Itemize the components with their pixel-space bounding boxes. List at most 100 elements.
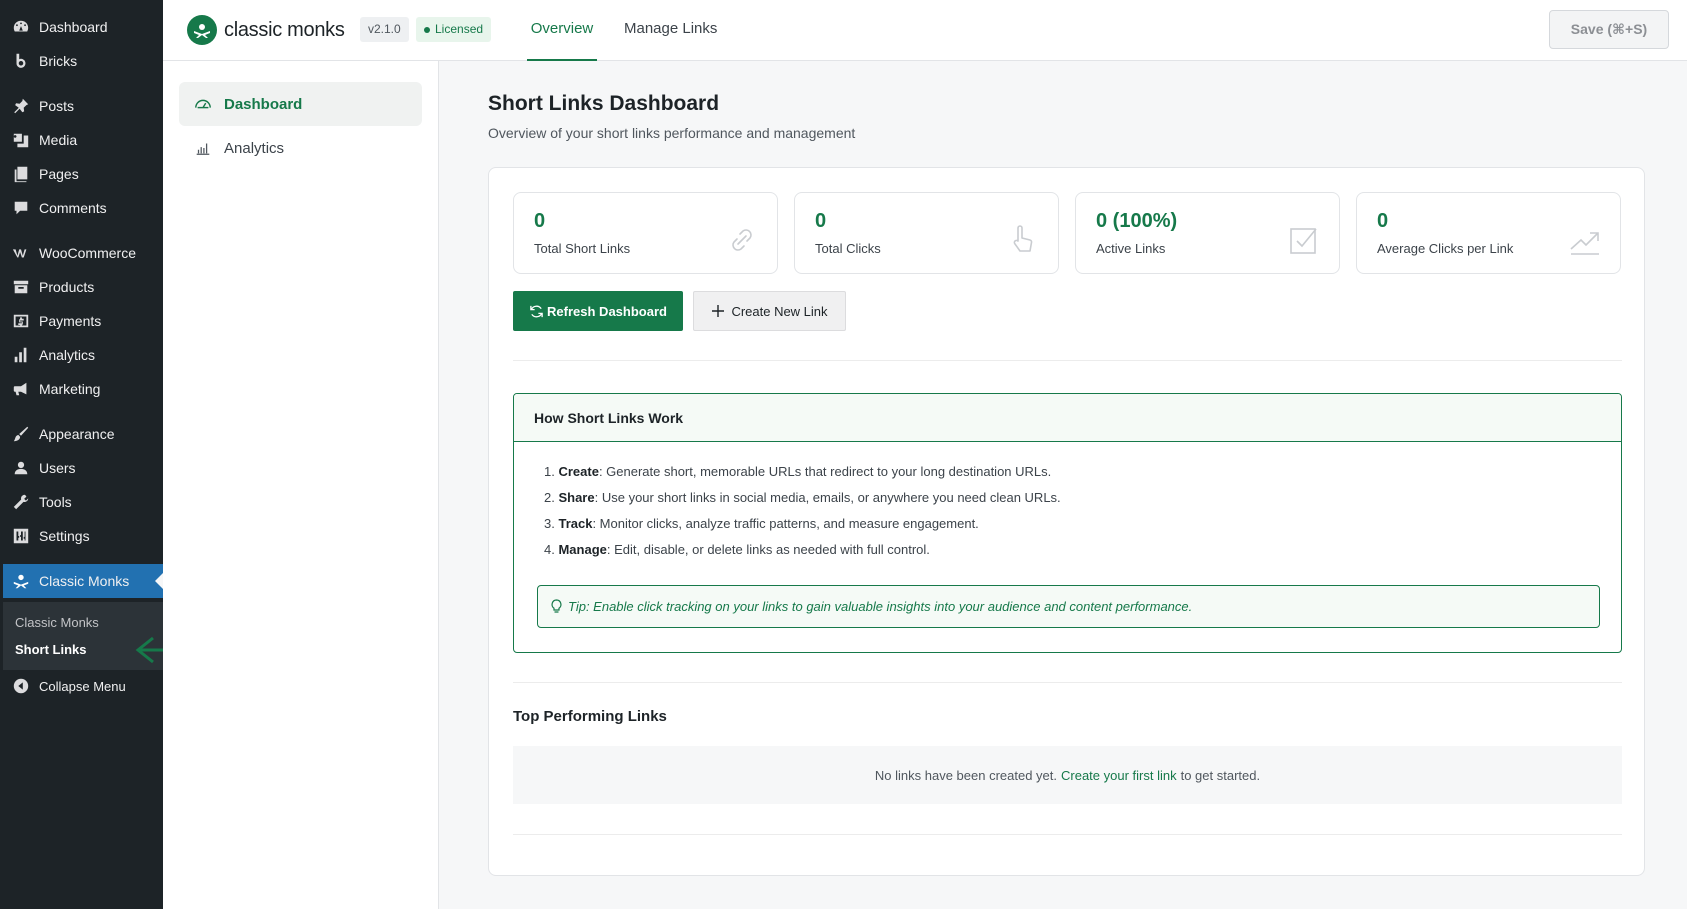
link-icon (732, 229, 752, 251)
wp-menu-media[interactable]: Media (0, 123, 163, 157)
side-nav-analytics[interactable]: Analytics (179, 126, 422, 170)
wp-menu-label: Dashboard (39, 19, 108, 35)
wp-menu-label: Analytics (39, 347, 96, 363)
plugin-header: classic monks v2.1.0 Licensed Overview M… (163, 0, 1687, 61)
megaphone-icon (11, 379, 31, 399)
plus-icon (712, 305, 725, 317)
wp-menu-label: Tools (39, 494, 72, 510)
dollar-icon (11, 311, 31, 331)
wp-submenu-short-links[interactable]: Short Links (15, 642, 87, 657)
step-text: : Generate short, memorable URLs that re… (598, 464, 1052, 479)
brand-logo: classic monks (187, 15, 345, 45)
wp-menu-label: Posts (39, 98, 75, 114)
create-new-link-button[interactable]: Create New Link (693, 291, 846, 331)
stat-value: 0 (815, 210, 827, 232)
wp-menu-pages[interactable]: Pages (0, 157, 163, 191)
wp-menu-payments[interactable]: Payments (0, 304, 163, 338)
wp-menu-settings[interactable]: Settings (0, 519, 163, 553)
wp-menu-analytics[interactable]: Analytics (0, 338, 163, 372)
stat-value: 0 (1377, 210, 1389, 232)
step-term: Track (558, 516, 593, 531)
side-nav-dashboard[interactable]: Dashboard (179, 82, 422, 126)
step-item: 1. Create: Generate short, memorable URL… (544, 464, 1051, 479)
wp-menu-label: Bricks (39, 53, 78, 69)
archive-icon (11, 277, 31, 297)
wp-menu-dashboard[interactable]: Dashboard (0, 10, 163, 44)
wrench-icon (11, 492, 31, 512)
step-text: : Use your short links in social media, … (594, 490, 1061, 505)
tab-overview[interactable]: Overview (527, 0, 597, 61)
lightbulb-icon (551, 599, 562, 613)
step-term: Manage (558, 542, 607, 557)
trending-up-icon (1570, 232, 1599, 255)
step-text: : Monitor clicks, analyze traffic patter… (592, 516, 979, 531)
plugin-side-nav: Dashboard Analytics (163, 61, 439, 909)
brush-icon (11, 424, 31, 444)
collapse-menu-label: Collapse Menu (39, 678, 126, 694)
pushpin-icon (11, 96, 31, 116)
tab-manage-links[interactable]: Manage Links (624, 0, 717, 61)
checkbox-icon (1290, 228, 1317, 254)
brand-mark-icon (187, 15, 217, 45)
tip-text: Tip: Enable click tracking on your links… (568, 599, 1193, 614)
wp-menu-label: Classic Monks (39, 573, 130, 589)
wp-menu-appearance[interactable]: Appearance (0, 417, 163, 451)
sliders-icon (11, 526, 31, 546)
tip-box: Tip: Enable click tracking on your links… (537, 585, 1600, 628)
page-title: Short Links Dashboard (488, 92, 720, 115)
comment-icon (11, 198, 31, 218)
license-badge: Licensed (416, 17, 492, 42)
refresh-label: Refresh Dashboard (547, 303, 667, 319)
wp-menu-woocommerce[interactable]: WooCommerce (0, 236, 163, 270)
wp-menu-label: Payments (39, 313, 102, 329)
wp-submenu-classic-monks[interactable]: Classic Monks (15, 615, 99, 630)
step-term: Create (558, 464, 599, 479)
wp-menu-comments[interactable]: Comments (0, 191, 163, 225)
collapse-menu-button[interactable]: Collapse Menu (0, 669, 163, 703)
step-item: 2. Share: Use your short links in social… (544, 490, 1061, 505)
wp-menu-label: Settings (39, 528, 90, 544)
wp-menu-label: Media (39, 132, 78, 148)
empty-text-after: to get started. (1180, 767, 1261, 783)
create-label: Create New Link (731, 303, 828, 319)
stat-total-clicks: 0 Total Clicks (794, 192, 1059, 274)
wp-menu-products[interactable]: Products (0, 270, 163, 304)
refresh-dashboard-button[interactable]: Refresh Dashboard (513, 291, 683, 331)
main-content: Short Links Dashboard Overview of your s… (439, 61, 1687, 909)
wp-admin-sidebar: Dashboard Bricks Posts Media Pages Comme… (0, 0, 163, 909)
wp-menu-bricks[interactable]: Bricks (0, 44, 163, 78)
wp-menu-tools[interactable]: Tools (0, 485, 163, 519)
wp-menu-marketing[interactable]: Marketing (0, 372, 163, 406)
analytics-icon (196, 143, 210, 155)
stat-average-clicks: 0 Average Clicks per Link (1356, 192, 1621, 274)
step-number: 4. (544, 542, 555, 557)
gauge-icon (11, 17, 31, 37)
step-number: 1. (544, 464, 555, 479)
wp-menu-label: WooCommerce (39, 245, 136, 261)
step-text: : Edit, disable, or delete links as need… (606, 542, 930, 557)
divider (513, 682, 1622, 683)
divider (513, 834, 1622, 835)
create-first-link[interactable]: Create your first link (1061, 768, 1177, 783)
pages-icon (11, 164, 31, 184)
license-dot (424, 26, 430, 33)
bar-chart-icon (11, 345, 31, 365)
dashboard-icon (195, 99, 211, 109)
stat-label: Total Short Links (534, 241, 631, 256)
stat-active-links: 0 (100%) Active Links (1075, 192, 1340, 274)
media-icon (11, 130, 31, 150)
wp-menu-posts[interactable]: Posts (0, 89, 163, 123)
save-button[interactable]: Save (⌘+S) (1549, 10, 1669, 49)
divider (513, 360, 1622, 361)
version-badge: v2.1.0 (360, 17, 409, 42)
wp-menu-users[interactable]: Users (0, 451, 163, 485)
wp-menu-label: Appearance (39, 426, 115, 442)
top-performing-title: Top Performing Links (513, 708, 667, 725)
license-label: Licensed (435, 22, 484, 36)
wp-menu-label: Users (39, 460, 76, 476)
wp-menu-classic-monks[interactable]: Classic Monks (3, 564, 163, 598)
stat-label: Average Clicks per Link (1377, 241, 1514, 256)
stat-label: Total Clicks (815, 241, 881, 256)
bricks-icon (11, 51, 31, 71)
wp-menu-label: Products (39, 279, 95, 295)
